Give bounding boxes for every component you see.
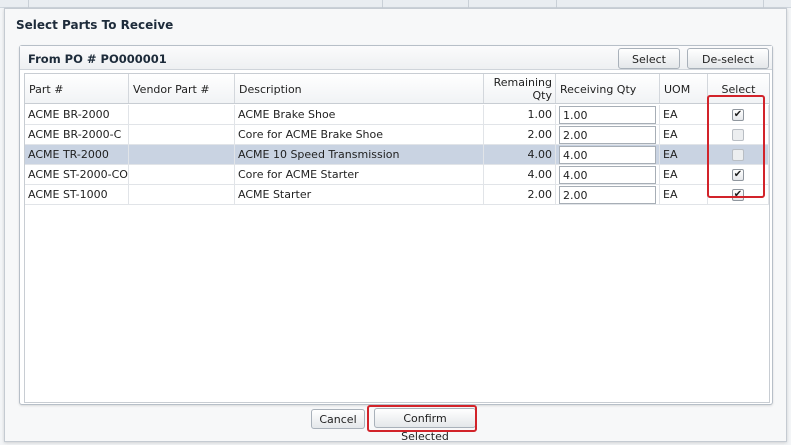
cell-uom: EA (660, 105, 708, 124)
column-header-receiving-qty[interactable]: Receiving Qty (556, 74, 660, 103)
background-app-strip (0, 0, 791, 8)
column-header-select[interactable]: Select (708, 74, 769, 103)
cell-vendor-part (129, 105, 235, 124)
cell-uom: EA (660, 145, 708, 164)
check-mark-icon: ✔ (733, 189, 743, 200)
background-column-divider (763, 0, 764, 8)
deselect-all-button[interactable]: De-select All (687, 48, 769, 85)
background-column-divider (468, 0, 469, 8)
cell-vendor-part (129, 185, 235, 204)
select-all-button[interactable]: Select All (618, 48, 680, 85)
cell-description: ACME Starter (235, 185, 484, 204)
receiving-qty-input[interactable] (559, 186, 656, 204)
select-parts-dialog: Select Parts To Receive From PO # PO0000… (4, 8, 787, 443)
receiving-qty-input[interactable] (559, 106, 656, 124)
dialog-title: Select Parts To Receive (16, 18, 174, 32)
column-header-uom[interactable]: UOM (660, 74, 708, 103)
table-row[interactable]: ACME ST-1000 ACME Starter2.00 EA ✔ (25, 185, 769, 205)
confirm-selected-button[interactable]: Confirm Selected (374, 408, 476, 443)
select-checkbox-checked[interactable]: ✔ (732, 109, 744, 121)
cell-remaining: 1.00 (484, 105, 556, 124)
cell-remaining: 4.00 (484, 145, 556, 164)
cell-remaining: 2.00 (484, 125, 556, 144)
column-header-part[interactable]: Part # (25, 74, 129, 103)
cancel-button[interactable]: Cancel (311, 409, 365, 429)
table-row[interactable]: ACME BR-2000-C Core for ACME Brake Shoe 2.… (25, 125, 769, 145)
cell-description: Core for ACME Starter (235, 165, 484, 184)
column-header-vendor-part[interactable]: Vendor Part # (129, 74, 235, 103)
cell-part: ACME ST-1000 (25, 185, 129, 204)
panel-header: From PO # PO000001 Select All De-select … (20, 46, 772, 85)
receiving-qty-input[interactable] (559, 126, 656, 144)
cell-vendor-part (129, 125, 235, 144)
background-column-divider (556, 0, 557, 8)
table-row[interactable]: ACME TR-2000 ACME 10 Speed Transmission 4.… (25, 145, 769, 165)
cell-vendor-part (129, 145, 235, 164)
receiving-qty-input[interactable] (559, 146, 656, 164)
check-mark-icon: ✔ (733, 109, 743, 120)
cell-uom: EA (660, 185, 708, 204)
receiving-qty-input[interactable] (559, 166, 656, 184)
cell-uom: EA (660, 165, 708, 184)
check-mark-icon: ✔ (733, 169, 743, 180)
cell-part: ACME TR-2000 (25, 145, 129, 164)
cell-part: ACME ST-2000-CO... (25, 165, 129, 184)
select-checkbox-unchecked[interactable] (732, 129, 744, 141)
column-header-description[interactable]: Description (235, 74, 484, 103)
cell-description: ACME 10 Speed Transmission (235, 145, 484, 164)
cell-remaining: 4.00 (484, 165, 556, 184)
background-column-divider (382, 0, 383, 8)
cell-uom: EA (660, 125, 708, 144)
table-header: Part # Vendor Part # Description Remaini… (25, 74, 769, 104)
table-row[interactable]: ACME BR-2000 ACME Brake Shoe1.00 EA ✔ (25, 105, 769, 125)
select-checkbox-checked[interactable]: ✔ (732, 169, 744, 181)
select-checkbox-checked[interactable]: ✔ (732, 189, 744, 201)
cell-part: ACME BR-2000 (25, 105, 129, 124)
column-header-remaining-qty[interactable]: Remaining Qty (484, 74, 556, 103)
po-panel: From PO # PO000001 Select All De-select … (19, 45, 773, 405)
cell-vendor-part (129, 165, 235, 184)
background-column-divider (28, 0, 29, 8)
table-row[interactable]: ACME ST-2000-CO... Core for ACME Starter 4… (25, 165, 769, 185)
cell-description: Core for ACME Brake Shoe (235, 125, 484, 144)
select-checkbox-unchecked[interactable] (732, 149, 744, 161)
parts-table: Part # Vendor Part # Description Remaini… (24, 73, 770, 403)
cell-part: ACME BR-2000-C (25, 125, 129, 144)
cell-description: ACME Brake Shoe (235, 105, 484, 124)
cell-remaining: 2.00 (484, 185, 556, 204)
panel-title: From PO # PO000001 (28, 52, 167, 66)
